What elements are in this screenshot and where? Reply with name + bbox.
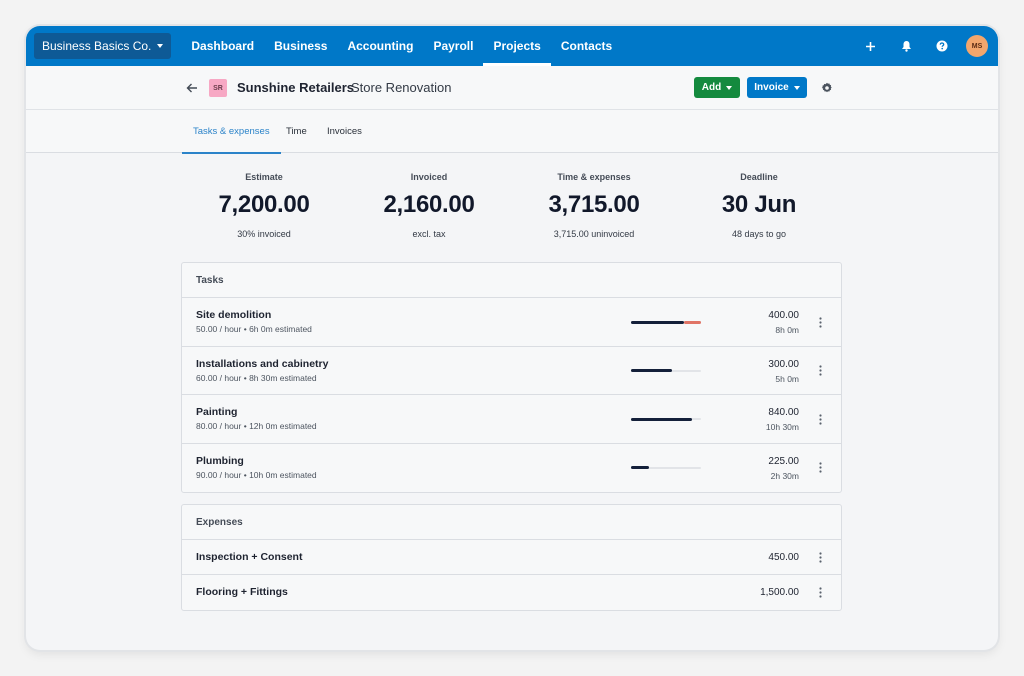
task-progress-fill — [631, 369, 673, 372]
stat-label: Deadline — [740, 172, 778, 182]
task-amount: 400.00 — [768, 310, 799, 321]
app-window: Business Basics Co. Dashboard Business A… — [26, 26, 998, 650]
task-hours: 5h 0m — [775, 373, 799, 384]
task-row[interactable]: Site demolition 50.00 / hour • 6h 0m esti… — [182, 298, 841, 347]
stat-value: 3,715.00 — [548, 191, 640, 218]
org-name: Business Basics Co. — [42, 39, 152, 53]
task-row[interactable]: Plumbing 90.00 / hour • 10h 0m estimated 2… — [182, 444, 841, 493]
project-tabs: Tasks & expenses Time Invoices — [26, 110, 998, 154]
more-options-icon[interactable] — [815, 363, 825, 379]
task-amount: 840.00 — [768, 407, 799, 418]
stat-sub: 30% invoiced — [237, 229, 291, 239]
task-amount: 300.00 — [768, 358, 799, 370]
expense-row[interactable]: Flooring + Fittings 1,500.00 — [182, 575, 841, 610]
task-meta: 90.00 / hour • 10h 0m estimated — [196, 469, 317, 480]
nav-business[interactable]: Business — [264, 26, 337, 66]
task-meta: 60.00 / hour • 8h 30m estimated — [196, 372, 317, 383]
stat-value: 30 Jun — [721, 191, 797, 218]
client-name[interactable]: Sunshine Retailers — [237, 80, 354, 95]
task-progress-fill — [631, 466, 649, 469]
stat-invoiced: Invoiced 2,160.00 excl. tax — [349, 154, 509, 239]
project-header: SR Sunshine Retailers Store Renovation A… — [26, 66, 998, 110]
tasks-card: Tasks Site demolition 50.00 / hour • 6h 0… — [181, 262, 842, 493]
task-hours: 8h 0m — [775, 325, 799, 335]
stat-sub: 48 days to go — [731, 229, 787, 239]
task-amount: 225.00 — [768, 455, 799, 467]
stat-time-expenses: Time & expenses 3,715.00 3,715.00 uninvo… — [514, 154, 674, 239]
add-button-label: Add — [701, 82, 722, 93]
stat-sub: 3,715.00 uninvoiced — [553, 229, 635, 239]
task-meta: 50.00 / hour • 6h 0m estimated — [196, 324, 312, 334]
expenses-card: Expenses Inspection + Consent 450.00 Floor… — [181, 504, 842, 611]
task-progress-bar — [631, 320, 701, 324]
expense-name: Inspection + Consent — [196, 551, 303, 563]
chevron-down-icon — [157, 44, 164, 48]
back-arrow-icon[interactable] — [182, 78, 202, 98]
chevron-down-icon — [793, 85, 800, 90]
chevron-down-icon — [726, 85, 733, 90]
nav-dashboard[interactable]: Dashboard — [181, 26, 264, 66]
task-hours: 2h 30m — [770, 470, 799, 481]
task-name: Painting — [196, 406, 238, 418]
task-progress-fill — [631, 417, 693, 421]
bell-icon[interactable] — [888, 26, 924, 66]
stat-value: 2,160.00 — [383, 191, 475, 218]
add-button[interactable]: Add — [694, 77, 740, 98]
expense-name: Flooring + Fittings — [196, 586, 288, 598]
stat-deadline: Deadline 30 Jun 48 days to go — [679, 154, 839, 239]
expenses-title: Expenses — [182, 505, 841, 540]
more-options-icon[interactable] — [815, 411, 825, 427]
stat-label: Estimate — [245, 172, 283, 182]
tab-time[interactable]: Time — [286, 110, 307, 153]
stat-value: 7,200.00 — [218, 191, 310, 218]
more-options-icon[interactable] — [815, 549, 825, 565]
task-progress-bar — [631, 369, 701, 372]
help-icon[interactable] — [924, 26, 960, 66]
task-name: Site demolition — [196, 309, 272, 321]
expense-amount: 450.00 — [768, 552, 799, 563]
task-progress-bar — [631, 466, 701, 469]
project-name: Store Renovation — [351, 80, 452, 95]
expense-row[interactable]: Inspection + Consent 450.00 — [182, 540, 841, 575]
task-row[interactable]: Painting 80.00 / hour • 12h 0m estimated 8… — [182, 395, 841, 444]
user-avatar[interactable]: MS — [966, 35, 988, 57]
nav-contacts[interactable]: Contacts — [551, 26, 622, 66]
plus-icon[interactable] — [852, 26, 888, 66]
nav-projects[interactable]: Projects — [483, 26, 552, 66]
task-meta: 80.00 / hour • 12h 0m estimated — [196, 421, 317, 431]
task-overrun-fill — [683, 320, 701, 324]
task-progress-bar — [631, 417, 701, 421]
task-name: Installations and cabinetry — [196, 357, 329, 370]
client-badge: SR — [209, 79, 227, 97]
stat-sub: excl. tax — [412, 229, 446, 239]
stat-label: Invoiced — [410, 172, 448, 182]
task-row[interactable]: Installations and cabinetry 60.00 / hour … — [182, 347, 841, 395]
nav-accounting[interactable]: Accounting — [337, 26, 423, 66]
tasks-title: Tasks — [182, 263, 841, 298]
org-switcher[interactable]: Business Basics Co. — [34, 33, 172, 59]
invoice-button[interactable]: Invoice — [747, 77, 807, 98]
invoice-button-label: Invoice — [754, 82, 789, 93]
more-options-icon[interactable] — [815, 460, 825, 476]
task-progress-fill — [631, 320, 684, 324]
project-summary: Estimate 7,200.00 30% invoiced Invoiced … — [26, 154, 998, 254]
task-hours: 10h 30m — [765, 422, 799, 432]
gear-icon[interactable] — [818, 78, 836, 98]
stat-estimate: Estimate 7,200.00 30% invoiced — [184, 154, 344, 239]
nav-payroll[interactable]: Payroll — [423, 26, 483, 66]
expense-amount: 1,500.00 — [760, 587, 799, 598]
tab-invoices[interactable]: Invoices — [327, 110, 362, 153]
top-nav: Business Basics Co. Dashboard Business A… — [26, 26, 998, 66]
tab-tasks-expenses[interactable]: Tasks & expenses — [182, 110, 281, 154]
more-options-icon[interactable] — [815, 584, 825, 600]
more-options-icon[interactable] — [815, 314, 825, 330]
task-name: Plumbing — [196, 454, 244, 467]
stat-label: Time & expenses — [557, 172, 631, 182]
